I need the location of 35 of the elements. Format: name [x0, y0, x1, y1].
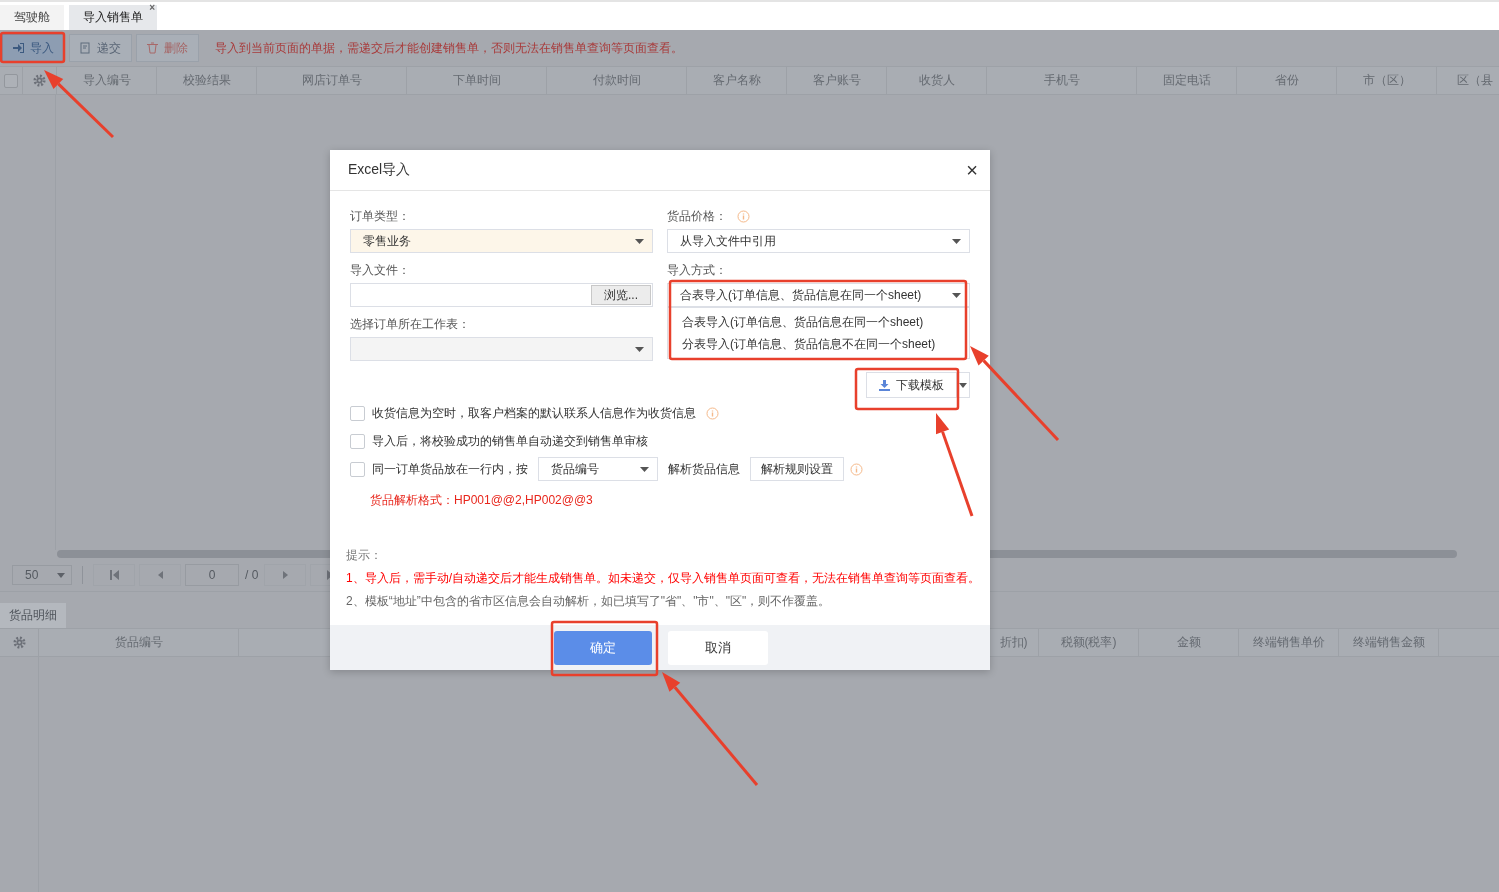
column-header: 付款时间 — [592, 72, 641, 89]
field-label: 选择订单所在工作表： — [350, 316, 471, 333]
tip-text: 1、导入后，需手动/自动递交后才能生成销售单。如未递交，仅导入销售单页面可查看，无法在销售单查询等页面查看。 — [346, 570, 970, 587]
column-header: 终端销售金额 — [1352, 634, 1425, 651]
column-header: 折扣) — [999, 634, 1028, 651]
column-header: 客户名称 — [712, 72, 761, 89]
format-hint: 货品解析格式：HP001@@2,HP002@@3 — [370, 492, 594, 509]
column-header: 金额 — [1176, 634, 1201, 651]
option-label: 收货信息为空时，取客户档案的默认联系人信息作为收货信息 — [372, 404, 696, 422]
column-header: 校验结果 — [182, 72, 231, 89]
field-label: 导入方式： — [667, 262, 728, 279]
column-header: 手机号 — [1043, 72, 1080, 89]
option-label: 同一订单货品放在一行内，按 — [372, 460, 528, 478]
tips-title: 提示： — [346, 547, 383, 564]
column-header: 导入编号 — [82, 72, 131, 89]
column-header: 网店订单号 — [301, 72, 362, 89]
column-header: 税额(税率) — [1060, 634, 1117, 651]
field-label: 导入文件： — [350, 262, 411, 279]
column-header: 下单时间 — [452, 72, 501, 89]
column-header: 固定电话 — [1162, 72, 1211, 89]
field-label: 货品价格： — [667, 208, 727, 225]
column-header: 终端销售单价 — [1252, 634, 1325, 651]
column-header: 客户账号 — [812, 72, 861, 89]
column-header: 省份 — [1274, 72, 1299, 89]
option-label: 解析货品信息 — [668, 460, 740, 478]
tip-text: 2、模板“地址”中包含的省市区信息会自动解析，如已填写了"省"、"市"、"区"，则不作覆盖。 — [346, 593, 832, 610]
dialog-title: Excel导入 — [348, 161, 411, 179]
field-label: 订单类型： — [350, 208, 411, 225]
option-label: 导入后，将校验成功的销售单自动递交到销售单审核 — [372, 432, 648, 450]
column-header: 收货人 — [918, 72, 955, 89]
column-header: 货品编号 — [114, 634, 163, 651]
column-header: 市（区） — [1362, 72, 1411, 89]
column-header: 区（县 — [1457, 72, 1493, 89]
page-total: / 0 — [245, 568, 259, 582]
notice-text: 导入到当前页面的单据，需递交后才能创建销售单，否则无法在销售单查询等页面查看。 — [215, 39, 683, 57]
